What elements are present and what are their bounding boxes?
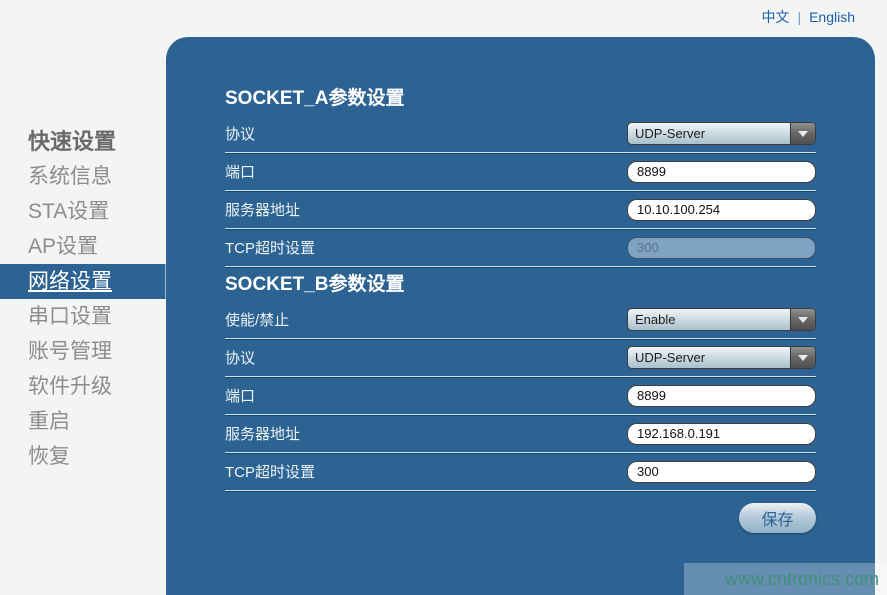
sidebar-item-restore[interactable]: 恢复 bbox=[0, 439, 166, 474]
select-value: Enable bbox=[628, 312, 790, 327]
port-a-input[interactable] bbox=[627, 161, 816, 183]
chevron-down-icon[interactable] bbox=[790, 347, 815, 368]
port-b-input[interactable] bbox=[627, 385, 816, 407]
tcp-timeout-a-input bbox=[627, 237, 816, 259]
sidebar-item-serial-setup[interactable]: 串口设置 bbox=[0, 299, 166, 334]
chevron-down-icon[interactable] bbox=[790, 309, 815, 330]
sidebar-item-upgrade[interactable]: 软件升级 bbox=[0, 369, 166, 404]
field-row-tcp-timeout-b: TCP超时设置 bbox=[225, 453, 816, 491]
field-label-enable-b: 使能/禁止 bbox=[225, 309, 289, 330]
field-row-protocol-b: 协议 UDP-Server bbox=[225, 339, 816, 377]
field-row-server-addr-a: 服务器地址 bbox=[225, 191, 816, 229]
chevron-down-glyph bbox=[798, 317, 808, 323]
field-label-server-addr-a: 服务器地址 bbox=[225, 199, 300, 220]
field-row-port-a: 端口 bbox=[225, 153, 816, 191]
section-title-socket-b: SOCKET_B参数设置 bbox=[225, 273, 816, 301]
protocol-a-select[interactable]: UDP-Server bbox=[627, 122, 816, 145]
sidebar-item-account[interactable]: 账号管理 bbox=[0, 334, 166, 369]
field-row-enable-b: 使能/禁止 Enable bbox=[225, 301, 816, 339]
lang-english-link[interactable]: English bbox=[809, 9, 855, 25]
server-addr-b-input[interactable] bbox=[627, 423, 816, 445]
chevron-down-glyph bbox=[798, 131, 808, 137]
lang-separator: | bbox=[797, 9, 801, 25]
sidebar-item-quick-setup[interactable]: 快速设置 bbox=[0, 124, 166, 159]
lang-chinese-link[interactable]: 中文 bbox=[761, 7, 789, 27]
field-row-server-addr-b: 服务器地址 bbox=[225, 415, 816, 453]
sidebar-item-system-info[interactable]: 系统信息 bbox=[0, 159, 166, 194]
chevron-down-glyph bbox=[798, 355, 808, 361]
server-addr-a-input[interactable] bbox=[627, 199, 816, 221]
sidebar-item-sta-setup[interactable]: STA设置 bbox=[0, 194, 166, 229]
protocol-b-select[interactable]: UDP-Server bbox=[627, 346, 816, 369]
watermark: www.cntronics.com bbox=[684, 563, 887, 595]
select-value: UDP-Server bbox=[628, 350, 790, 365]
chevron-down-icon[interactable] bbox=[790, 123, 815, 144]
sidebar-item-network-setup[interactable]: 网络设置 bbox=[0, 264, 166, 299]
section-socket-b: SOCKET_B参数设置使能/禁止 Enable 协议 UDP-Server 端口服务器… bbox=[225, 273, 816, 491]
field-label-tcp-timeout-a: TCP超时设置 bbox=[225, 237, 315, 258]
settings-panel: SOCKET_A参数设置协议UDP-Server端口服务器地址TCP超时设置SO… bbox=[166, 37, 875, 595]
save-row: 保存 bbox=[225, 503, 816, 533]
field-row-port-b: 端口 bbox=[225, 377, 816, 415]
sections: SOCKET_A参数设置协议UDP-Server端口服务器地址TCP超时设置SO… bbox=[225, 87, 816, 491]
field-row-tcp-timeout-a: TCP超时设置 bbox=[225, 229, 816, 267]
field-row-protocol-a: 协议 UDP-Server bbox=[225, 115, 816, 153]
select-value: UDP-Server bbox=[628, 126, 790, 141]
watermark-text: www.cntronics.com bbox=[725, 569, 879, 590]
tcp-timeout-b-input[interactable] bbox=[627, 461, 816, 483]
field-label-protocol-a: 协议 bbox=[225, 123, 255, 144]
field-label-port-b: 端口 bbox=[225, 385, 255, 406]
section-socket-a: SOCKET_A参数设置协议 UDP-Server 端口服务器地址 TCP超时设置 bbox=[225, 87, 816, 267]
field-label-port-a: 端口 bbox=[225, 161, 255, 182]
sidebar-item-ap-setup[interactable]: AP设置 bbox=[0, 229, 166, 264]
enable-b-select[interactable]: Enable bbox=[627, 308, 816, 331]
field-label-protocol-b: 协议 bbox=[225, 347, 255, 368]
field-label-server-addr-b: 服务器地址 bbox=[225, 423, 300, 444]
sidebar: 快速设置系统信息STA设置AP设置网络设置串口设置账号管理软件升级重启恢复 bbox=[0, 124, 166, 474]
section-title-socket-a: SOCKET_A参数设置 bbox=[225, 87, 816, 115]
save-button[interactable]: 保存 bbox=[739, 503, 816, 533]
field-label-tcp-timeout-b: TCP超时设置 bbox=[225, 461, 315, 482]
language-bar: 中文 | English bbox=[761, 7, 855, 27]
sidebar-item-restart[interactable]: 重启 bbox=[0, 404, 166, 439]
